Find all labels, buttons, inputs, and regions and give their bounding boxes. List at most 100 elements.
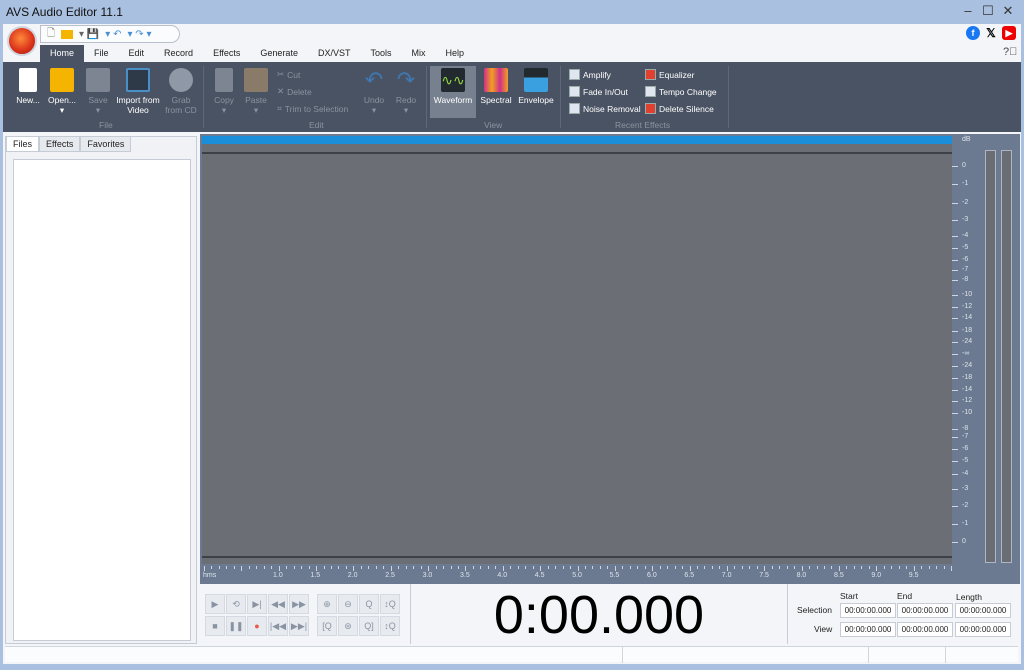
- go-to-end-button[interactable]: ▶▶|: [289, 616, 309, 636]
- save-icon[interactable]: ▾ 💾: [79, 29, 99, 40]
- facebook-icon[interactable]: f: [966, 26, 980, 40]
- noise-removal-button[interactable]: Noise Removal: [569, 103, 641, 114]
- ruler-tick: [502, 566, 504, 571]
- zoom-selection-end-icon[interactable]: Q]: [359, 616, 379, 636]
- tab-files[interactable]: Files: [6, 137, 40, 152]
- close-button[interactable]: ✕: [1000, 3, 1016, 19]
- tab-tools[interactable]: Tools: [360, 45, 401, 62]
- rewind-button[interactable]: ◀◀: [268, 594, 288, 614]
- open-folder-icon[interactable]: [61, 29, 74, 39]
- import-from-video-button[interactable]: Import from Video: [115, 68, 161, 115]
- tab-home[interactable]: Home: [40, 45, 85, 62]
- new-file-icon[interactable]: 🗋: [47, 26, 55, 43]
- youtube-icon[interactable]: ▶: [1002, 26, 1016, 40]
- trim-button[interactable]: ⌗ Trim to Selection: [277, 103, 348, 114]
- selection-panel: Start End Length Selection View 00:00:00…: [790, 586, 1020, 644]
- envelope-view-button[interactable]: Envelope: [516, 68, 556, 105]
- ruler-tick: [853, 566, 855, 569]
- title-bar: AVS Audio Editor 11.1 – ☐ ✕: [0, 0, 1024, 24]
- fade-button[interactable]: Fade In/Out: [569, 86, 628, 97]
- maximize-button[interactable]: ☐: [980, 3, 996, 19]
- zoom-full-icon[interactable]: Q: [359, 594, 379, 614]
- ruler-label: 7.5: [759, 572, 769, 579]
- waveform-canvas[interactable]: [202, 136, 952, 564]
- view-end-field[interactable]: 00:00:00.000: [897, 622, 953, 637]
- ruler-tick: [876, 566, 878, 571]
- zoom-vertical-out-icon[interactable]: ↕Q: [380, 616, 400, 636]
- db-tick: [952, 260, 958, 261]
- ruler-tick: [457, 566, 459, 569]
- play-to-end-button[interactable]: ▶|: [247, 594, 267, 614]
- ruler-tick: [547, 566, 549, 569]
- save-button[interactable]: Save ▾: [83, 68, 113, 115]
- paste-button[interactable]: Paste ▾: [241, 68, 271, 115]
- undo-icon[interactable]: ▾ ↶: [105, 29, 121, 40]
- fast-forward-button[interactable]: ▶▶: [289, 594, 309, 614]
- spectral-view-button[interactable]: Spectral: [478, 68, 514, 105]
- grab-from-cd-button[interactable]: Grab from CD: [163, 68, 199, 115]
- tab-mix[interactable]: Mix: [401, 45, 435, 62]
- amplify-button[interactable]: Amplify: [569, 69, 611, 80]
- selection-length-field[interactable]: 00:00:00.000: [955, 603, 1011, 618]
- zoom-in-icon[interactable]: ⊕: [317, 594, 337, 614]
- redo-button[interactable]: ↷ Redo ▾: [391, 68, 421, 116]
- overview-bar[interactable]: [202, 136, 952, 144]
- selection-end-field[interactable]: 00:00:00.000: [897, 603, 953, 618]
- db-label: -5: [962, 244, 969, 251]
- tab-help[interactable]: Help: [435, 45, 474, 62]
- ruler-tick: [368, 566, 370, 569]
- copy-button[interactable]: Copy ▾: [209, 68, 239, 115]
- app-logo-button[interactable]: [7, 26, 37, 56]
- help-icon[interactable]: ?⃝: [1003, 46, 1017, 58]
- spectral-label: Spectral: [480, 95, 512, 105]
- minimize-button[interactable]: –: [960, 3, 976, 18]
- db-tick: [952, 307, 958, 308]
- redo-icon[interactable]: ▾ ↷ ▾: [127, 29, 151, 40]
- new-button[interactable]: New...: [11, 68, 45, 105]
- tab-edit[interactable]: Edit: [119, 45, 155, 62]
- ruler-tick: [532, 566, 534, 569]
- file-list[interactable]: [13, 159, 191, 641]
- zoom-selection-icon[interactable]: ⊛: [338, 616, 358, 636]
- x-twitter-icon[interactable]: 𝕏: [984, 26, 998, 40]
- tab-effects-panel[interactable]: Effects: [39, 137, 81, 152]
- record-button[interactable]: ●: [247, 616, 267, 636]
- loop-play-button[interactable]: ⟲: [226, 594, 246, 614]
- selection-start-field[interactable]: 00:00:00.000: [840, 603, 896, 618]
- status-bar: [5, 646, 1018, 663]
- tab-dxvst[interactable]: DX/VST: [308, 45, 361, 62]
- open-button[interactable]: Open... ▾: [45, 68, 79, 115]
- tab-generate[interactable]: Generate: [250, 45, 308, 62]
- ruler-tick: [891, 566, 893, 569]
- stop-button[interactable]: ■: [205, 616, 225, 636]
- group-label-view: View: [484, 120, 503, 130]
- zoom-selection-start-icon[interactable]: [Q: [317, 616, 337, 636]
- ruler-tick: [697, 566, 699, 569]
- end-header: End: [897, 591, 913, 601]
- tab-record[interactable]: Record: [154, 45, 203, 62]
- paste-label: Paste: [245, 95, 267, 105]
- undo-button[interactable]: ↶ Undo ▾: [359, 68, 389, 116]
- ruler-label: 1.5: [310, 572, 321, 579]
- go-to-start-button[interactable]: |◀◀: [268, 616, 288, 636]
- delete-silence-button[interactable]: Delete Silence: [645, 103, 714, 114]
- zoom-out-icon[interactable]: ⊖: [338, 594, 358, 614]
- waveform-view-button[interactable]: ∿∿ Waveform: [430, 66, 476, 118]
- delete-button[interactable]: ✕ Delete: [277, 86, 312, 97]
- save-icon: [86, 68, 110, 92]
- view-start-field[interactable]: 00:00:00.000: [840, 622, 896, 637]
- tab-favorites[interactable]: Favorites: [80, 137, 132, 152]
- view-length-field[interactable]: 00:00:00.000: [955, 622, 1011, 637]
- pause-button[interactable]: ❚❚: [226, 616, 246, 636]
- equalizer-button[interactable]: Equalizer: [645, 69, 694, 80]
- tempo-label: Tempo Change: [659, 86, 717, 97]
- time-ruler[interactable]: hms 1.0 1.5 2.0 2.5 3.0 3.5 4.0 4.5 5.0 5.5 6.0 6.5…: [202, 566, 952, 582]
- tab-effects[interactable]: Effects: [203, 45, 250, 62]
- play-button[interactable]: ▶: [205, 594, 225, 614]
- tempo-change-button[interactable]: Tempo Change: [645, 86, 717, 97]
- zoom-vertical-in-icon[interactable]: ↕Q: [380, 594, 400, 614]
- cut-button[interactable]: ✂ Cut: [277, 69, 300, 80]
- ruler-tick: [779, 566, 781, 569]
- tab-file[interactable]: File: [84, 45, 119, 62]
- db-label: -1: [962, 520, 969, 527]
